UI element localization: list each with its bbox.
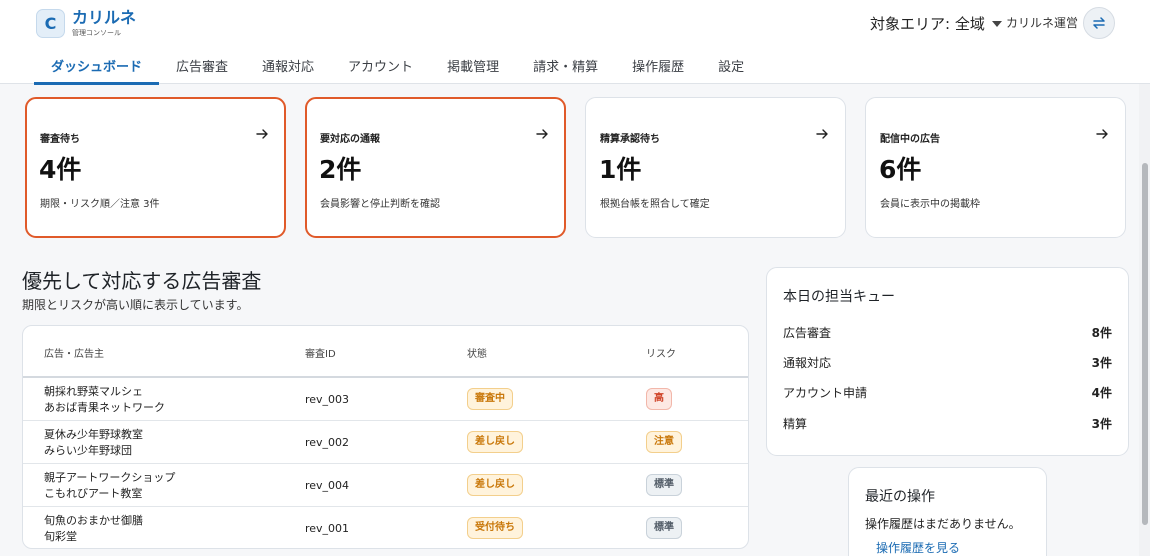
review-id: rev_001 (305, 522, 350, 535)
column-header: 広告・広告主 (44, 349, 104, 360)
section-title: 優先して対応する広告審査 (22, 269, 262, 293)
arrow-right-icon (1096, 129, 1108, 139)
queue-count: 4件 (1091, 386, 1112, 400)
card-desc: 根拠台帳を照合して確定 (600, 199, 710, 210)
card-pending-review[interactable]: 審査待ち 4件 期限・リスク順／注意 3件 (25, 97, 286, 238)
advertiser-name: あおば青果ネットワーク (44, 401, 165, 414)
card-active-ads[interactable]: 配信中の広告 6件 会員に表示中の掲載枠 (865, 97, 1126, 238)
risk-badge: 標準 (646, 474, 682, 496)
status-badge: 受付待ち (467, 517, 523, 539)
queue-item: 精算 3件 (783, 415, 1112, 433)
logo-icon[interactable]: C (36, 9, 65, 38)
app-subtitle: 管理コンソール (72, 29, 121, 37)
app-header: C カリルネ 管理コンソール 対象エリア: 全域 カリルネ運営 ダッシュボード … (0, 0, 1150, 85)
panel-title: 本日の担当キュー (783, 289, 895, 305)
risk-badge: 標準 (646, 517, 682, 539)
card-desc: 期限・リスク順／注意 3件 (40, 199, 160, 210)
ad-title: 旬魚のおまかせ御膳 (44, 514, 143, 527)
card-title: 要対応の通報 (320, 134, 380, 145)
risk-badge: 注意 (646, 431, 682, 453)
table-row[interactable]: 夏休み少年野球教室 みらい少年野球団 rev_002 差し戻し 注意 (23, 421, 748, 464)
queue-item: アカウント申請 4件 (783, 384, 1112, 402)
operator-name: カリルネ運営 (1006, 16, 1079, 30)
queue-count: 3件 (1091, 356, 1112, 370)
empty-message: 操作履歴はまだありません。 (865, 517, 1021, 531)
scrollbar-thumb[interactable] (1142, 163, 1148, 525)
today-queue-panel: 本日の担当キュー 広告審査 8件 通報対応 3件 アカウント申請 4件 精算 3… (766, 267, 1129, 456)
queue-item: 広告審査 8件 (783, 324, 1112, 342)
card-settlement-approval[interactable]: 精算承認待ち 1件 根拠台帳を照合して確定 (585, 97, 846, 238)
switch-account-button[interactable] (1083, 7, 1115, 39)
queue-count: 8件 (1091, 326, 1112, 340)
review-id: rev_004 (305, 479, 350, 492)
review-id: rev_002 (305, 436, 350, 449)
advertiser-name: こもれびアート教室 (44, 487, 143, 500)
table-header: 広告・広告主 審査ID 状態 リスク (23, 326, 748, 378)
tab-history[interactable]: 操作履歴 (615, 53, 701, 84)
tab-listings[interactable]: 掲載管理 (430, 53, 516, 84)
card-value: 2件 (319, 155, 362, 184)
tab-dashboard[interactable]: ダッシュボード (34, 53, 160, 85)
section-subtitle: 期限とリスクが高い順に表示しています。 (22, 298, 249, 312)
queue-label: 広告審査 (783, 326, 832, 340)
table-row[interactable]: 朝採れ野菜マルシェ あおば青果ネットワーク rev_003 審査中 高 (23, 378, 748, 421)
risk-badge: 高 (646, 388, 672, 410)
advertiser-name: みらい少年野球団 (44, 444, 132, 457)
queue-label: 通報対応 (783, 356, 832, 370)
tab-accounts[interactable]: アカウント (331, 53, 430, 84)
panel-title: 最近の操作 (865, 489, 935, 505)
view-history-link[interactable]: 操作履歴を見る (876, 540, 960, 556)
swap-arrows-icon (1093, 17, 1105, 29)
queue-count: 3件 (1091, 417, 1112, 431)
ad-title: 夏休み少年野球教室 (44, 428, 143, 441)
queue-item: 通報対応 3件 (783, 354, 1112, 372)
card-value: 6件 (879, 155, 922, 184)
card-value: 4件 (39, 155, 82, 184)
advertiser-name: 旬彩堂 (44, 530, 77, 543)
table-row[interactable]: 旬魚のおまかせ御膳 旬彩堂 rev_001 受付待ち 標準 (23, 507, 748, 548)
card-title: 審査待ち (40, 134, 80, 145)
card-desc: 会員に表示中の掲載枠 (880, 199, 980, 210)
status-badge: 差し戻し (467, 474, 523, 496)
tab-billing[interactable]: 請求・精算 (516, 53, 615, 84)
queue-label: アカウント申請 (783, 386, 868, 400)
status-badge: 審査中 (467, 388, 513, 410)
card-title: 配信中の広告 (880, 134, 940, 145)
arrow-right-icon (816, 129, 828, 139)
tab-ad-review[interactable]: 広告審査 (159, 53, 245, 84)
tab-settings[interactable]: 設定 (701, 53, 761, 84)
card-urgent-reports[interactable]: 要対応の通報 2件 会員影響と停止判断を確認 (305, 97, 566, 238)
column-header: 審査ID (305, 349, 336, 360)
queue-label: 精算 (783, 417, 808, 431)
column-header: リスク (646, 349, 676, 360)
card-value: 1件 (599, 155, 642, 184)
area-select-label: 対象エリア: 全域 (870, 15, 985, 33)
card-desc: 会員影響と停止判断を確認 (320, 199, 440, 210)
area-select[interactable]: 対象エリア: 全域 (870, 14, 1002, 34)
tab-reports[interactable]: 通報対応 (245, 53, 331, 84)
ad-title: 親子アートワークショップ (44, 471, 176, 484)
arrow-right-icon (256, 129, 268, 139)
table-row[interactable]: 親子アートワークショップ こもれびアート教室 rev_004 差し戻し 標準 (23, 464, 748, 507)
card-title: 精算承認待ち (600, 134, 660, 145)
review-id: rev_003 (305, 393, 350, 406)
review-table: 広告・広告主 審査ID 状態 リスク 朝採れ野菜マルシェ あおば青果ネットワーク… (22, 325, 749, 549)
ad-title: 朝採れ野菜マルシェ (44, 385, 143, 398)
arrow-right-icon (536, 129, 548, 139)
app-name[interactable]: カリルネ (72, 9, 136, 27)
status-badge: 差し戻し (467, 431, 523, 453)
column-header: 状態 (467, 349, 487, 360)
main-nav: ダッシュボード 広告審査 通報対応 アカウント 掲載管理 請求・精算 操作履歴 … (34, 53, 761, 85)
recent-activity-panel: 最近の操作 操作履歴はまだありません。 操作履歴を見る (848, 467, 1047, 556)
chevron-down-icon (991, 21, 1002, 27)
